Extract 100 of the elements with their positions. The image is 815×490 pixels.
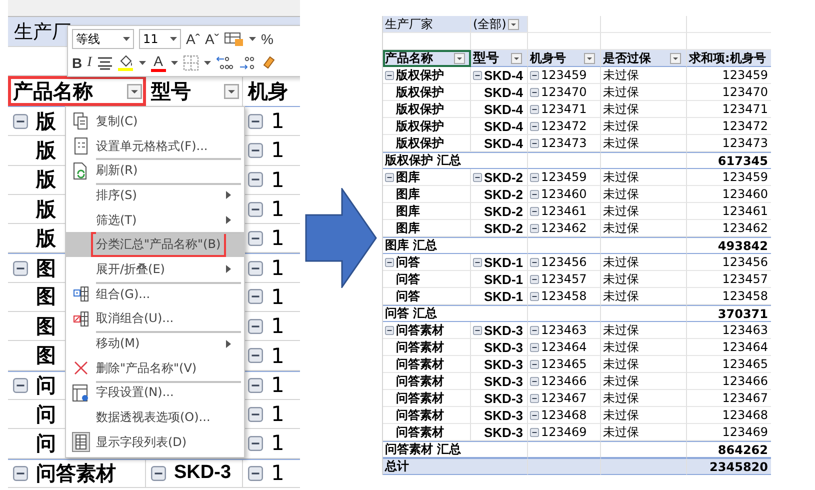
table-cell: 123459	[722, 68, 768, 82]
collapse-icon[interactable]	[473, 258, 482, 266]
filter-dropdown-button[interactable]	[508, 18, 520, 30]
toolbar-button[interactable]: B	[72, 55, 82, 71]
collapse-icon[interactable]	[530, 258, 539, 266]
collapse-icon[interactable]	[530, 88, 539, 96]
table-cell: 版权保护	[396, 118, 444, 134]
menu-item[interactable]: 字段设置(N)...	[66, 380, 244, 406]
collapse-icon[interactable]	[473, 70, 482, 80]
table-cell: 123465	[541, 357, 587, 371]
caret-icon[interactable]	[204, 61, 211, 65]
collapse-icon[interactable]	[530, 428, 539, 436]
collapse-icon[interactable]	[13, 260, 28, 276]
collapse-icon[interactable]	[248, 348, 263, 364]
filter-dropdown-button[interactable]	[454, 52, 465, 64]
toolbar-button[interactable]: Aˆ	[186, 31, 200, 47]
table-cell: 未过保	[603, 84, 639, 100]
collapse-icon[interactable]	[530, 224, 539, 232]
filter-dropdown-button[interactable]	[511, 52, 522, 64]
table-cell: 123471	[722, 102, 768, 116]
fill-color-button[interactable]	[118, 55, 134, 71]
caret-icon[interactable]	[170, 37, 177, 41]
subtotal-label: 图库 汇总	[385, 237, 438, 254]
collapse-icon[interactable]	[248, 202, 263, 217]
collapse-icon[interactable]	[385, 172, 394, 182]
format-painter-icon[interactable]	[262, 55, 276, 71]
increase-decimal-icon[interactable]	[216, 55, 234, 71]
collapse-icon[interactable]	[13, 114, 28, 129]
collapse-icon[interactable]	[13, 378, 28, 393]
collapse-icon[interactable]	[530, 206, 539, 216]
align-center-icon[interactable]	[96, 56, 113, 70]
collapse-icon[interactable]	[473, 172, 482, 182]
collapse-icon[interactable]	[385, 258, 394, 266]
menu-item[interactable]: 显示字段列表(D)	[66, 430, 244, 455]
collapse-icon[interactable]	[248, 466, 263, 481]
filter-dropdown-button[interactable]	[224, 84, 239, 98]
collapse-icon[interactable]	[530, 70, 539, 80]
menu-item[interactable]: 排序(S)	[66, 183, 244, 208]
caret-icon[interactable]	[249, 37, 256, 41]
menu-item[interactable]: 分类汇总"产品名称"(B)	[66, 232, 244, 258]
font-color-button[interactable]: A	[150, 54, 166, 72]
collapse-icon[interactable]	[473, 326, 482, 334]
collapse-icon[interactable]	[248, 114, 263, 129]
menu-item[interactable]: 数据透视表选项(O)...	[66, 405, 244, 430]
collapse-icon[interactable]	[248, 142, 263, 158]
collapse-icon[interactable]	[530, 410, 539, 420]
collapse-icon[interactable]	[530, 326, 539, 334]
menu-item[interactable]: 组合(G)...	[66, 282, 244, 306]
collapse-icon[interactable]	[530, 274, 539, 284]
toolbar-button[interactable]: I	[87, 55, 92, 71]
collapse-icon[interactable]	[151, 466, 166, 481]
collapse-icon[interactable]	[530, 104, 539, 114]
collapse-icon[interactable]	[248, 436, 263, 451]
filter-dropdown-button[interactable]	[127, 84, 142, 98]
menu-item[interactable]: 刷新(R)	[66, 158, 244, 184]
menu-item[interactable]: 设置单元格格式(F)...	[66, 134, 244, 158]
collapse-icon[interactable]	[248, 172, 263, 188]
caret-icon[interactable]	[170, 61, 178, 65]
toolbar-button[interactable]: Aˇ	[205, 31, 219, 47]
filter-dropdown-button[interactable]	[670, 52, 681, 64]
collapse-icon[interactable]	[530, 360, 539, 368]
collapse-icon[interactable]	[248, 318, 263, 334]
table-cell: 问答素材	[396, 390, 444, 406]
collapse-icon[interactable]	[248, 289, 263, 304]
collapse-icon[interactable]	[530, 172, 539, 182]
dropdown-field[interactable]: 等线	[72, 29, 134, 49]
dropdown-field[interactable]: 11	[139, 29, 181, 49]
toolbar-button[interactable]: %	[261, 31, 274, 47]
collapse-icon[interactable]	[530, 122, 539, 130]
collapse-icon[interactable]	[530, 342, 539, 352]
table-cell: SKD-1	[484, 254, 524, 270]
table-style-icon[interactable]	[224, 31, 244, 47]
caret-icon[interactable]	[123, 37, 130, 41]
menu-item[interactable]: 筛选(T)	[66, 208, 244, 232]
decrease-decimal-icon[interactable]	[238, 55, 257, 71]
menu-item[interactable]: 移动(M)	[66, 331, 244, 356]
collapse-icon[interactable]	[530, 292, 539, 300]
collapse-icon[interactable]	[248, 378, 263, 393]
table-cell: 123459	[541, 170, 587, 184]
menu-item[interactable]: 复制(C)	[66, 109, 244, 134]
refresh-icon	[73, 162, 89, 180]
menu-item[interactable]: 删除"产品名称"(V)	[66, 356, 244, 381]
collapse-icon[interactable]	[530, 190, 539, 198]
collapse-icon[interactable]	[385, 326, 394, 334]
table-cell: SKD-2	[484, 220, 524, 236]
table-cell: 123465	[722, 357, 768, 371]
collapse-icon[interactable]	[530, 394, 539, 402]
caret-icon[interactable]	[138, 61, 146, 65]
collapse-icon[interactable]	[248, 260, 263, 276]
filter-dropdown-button[interactable]	[584, 52, 595, 64]
collapse-icon[interactable]	[248, 406, 263, 422]
group-icon	[73, 286, 89, 302]
collapse-icon[interactable]	[385, 70, 394, 80]
collapse-icon[interactable]	[13, 466, 28, 481]
menu-item[interactable]: 取消组合(U)...	[66, 306, 244, 332]
menu-item[interactable]: 展开/折叠(E)	[66, 257, 244, 282]
borders-icon[interactable]	[182, 55, 199, 71]
collapse-icon[interactable]	[530, 376, 539, 386]
collapse-icon[interactable]	[248, 230, 263, 246]
collapse-icon[interactable]	[530, 138, 539, 148]
